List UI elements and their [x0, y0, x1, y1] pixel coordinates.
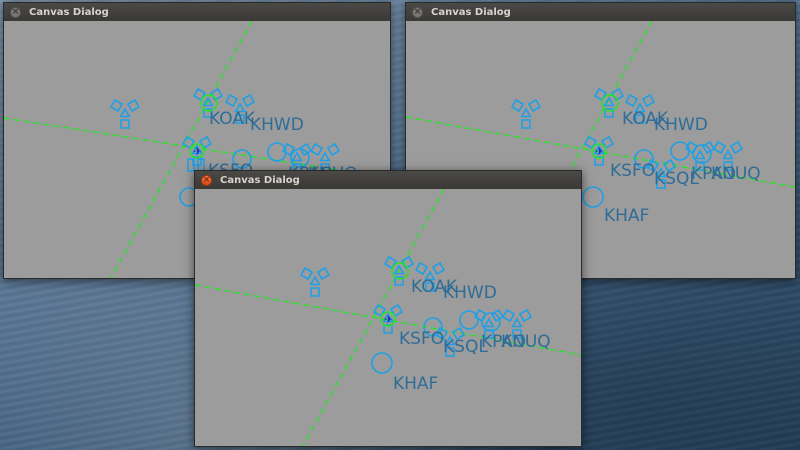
airport-circle-icon[interactable]	[582, 186, 604, 208]
label-ksfo: KSFO	[399, 329, 444, 349]
aircraft-icon: ✈	[595, 145, 604, 158]
vor-icon[interactable]	[510, 98, 542, 129]
label-khwd: KHWD	[250, 115, 304, 135]
label-khwd: KHWD	[443, 283, 497, 303]
label-ksfo: KSFO	[610, 161, 655, 181]
label-khwd: KHWD	[654, 115, 708, 135]
window-title: Canvas Dialog	[29, 6, 109, 18]
label-khaf: KHAF	[393, 374, 438, 394]
vor-icon[interactable]	[593, 87, 625, 118]
map-svg[interactable]: ✈ KOAK KHWD KSFO KSQL KPAO KNUQ KHAF	[195, 189, 581, 446]
airport-circle-icon[interactable]	[459, 310, 479, 330]
aircraft-icon: ✈	[384, 313, 393, 326]
label-knuq: KNUQ	[711, 164, 761, 184]
label-knuq: KNUQ	[501, 332, 551, 352]
titlebar[interactable]: × Canvas Dialog	[195, 171, 581, 189]
airport-circle-icon[interactable]	[670, 141, 690, 161]
titlebar[interactable]: × Canvas Dialog	[4, 3, 390, 21]
airport-circle-icon[interactable]	[371, 352, 393, 374]
aircraft-icon: ✈	[193, 145, 202, 158]
close-icon[interactable]: ×	[412, 6, 423, 18]
window-title: Canvas Dialog	[431, 6, 511, 18]
label-koak: KOAK	[209, 109, 256, 129]
vor-icon[interactable]	[299, 266, 331, 297]
titlebar[interactable]: × Canvas Dialog	[406, 3, 795, 21]
label-khaf: KHAF	[604, 206, 649, 226]
canvas-dialog-window-3[interactable]: × Canvas Dialog ✈ KOAK KHWD KSFO KSQL KP…	[194, 170, 582, 447]
vor-icon[interactable]	[109, 98, 141, 129]
close-icon[interactable]: ×	[201, 174, 212, 186]
map-canvas[interactable]: ✈ KOAK KHWD KSFO KSQL KPAO KNUQ KHAF	[195, 189, 581, 446]
close-icon[interactable]: ×	[10, 6, 21, 18]
window-title: Canvas Dialog	[220, 174, 300, 186]
